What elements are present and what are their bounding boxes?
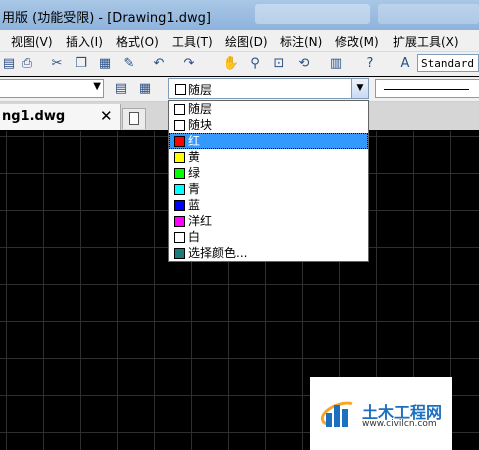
title-bar-blur [378, 4, 479, 24]
text-style-icon[interactable]: A [396, 55, 414, 73]
menu-format[interactable]: 格式(O) [116, 33, 159, 50]
layer-state-icon[interactable]: ▦ [136, 80, 154, 98]
menu-bar: 视图(V) 插入(I) 格式(O) 工具(T) 绘图(D) 标注(N) 修改(M… [0, 30, 479, 52]
zoom-window-icon[interactable]: ⊡ [270, 55, 288, 73]
close-icon[interactable]: ✕ [100, 107, 113, 125]
text-style-combo[interactable]: Standard [417, 54, 479, 72]
window-title: 用版 (功能受限) - [Drawing1.dwg] [2, 11, 211, 26]
color-dropdown-list: 随层随块红黄绿青蓝洋红白选择颜色... [168, 100, 369, 262]
chevron-down-icon: ▼ [93, 81, 101, 92]
paste-icon[interactable]: ▦ [96, 55, 114, 73]
color-option-label: 白 [188, 230, 201, 244]
color-option[interactable]: 随块 [169, 117, 368, 133]
linetype-combo[interactable] [375, 79, 479, 98]
color-swatch [174, 168, 185, 179]
undo-icon[interactable]: ↶ [150, 55, 168, 73]
cut-icon[interactable]: ✂ [48, 55, 66, 73]
menu-insert[interactable]: 插入(I) [66, 33, 103, 50]
zoom-realtime-icon[interactable]: ⚲ [246, 55, 264, 73]
color-option-label: 随层 [188, 102, 213, 116]
color-swatch [174, 136, 185, 147]
color-option[interactable]: 蓝 [169, 197, 368, 213]
match-properties-icon[interactable]: ✎ [120, 55, 138, 73]
color-option[interactable]: 随层 [169, 101, 368, 117]
new-document-icon [129, 112, 139, 125]
redo-icon[interactable]: ↷ [180, 55, 198, 73]
new-tab-button[interactable] [122, 108, 146, 129]
color-swatch [174, 184, 185, 195]
color-swatch [174, 216, 185, 227]
color-option[interactable]: 洋红 [169, 213, 368, 229]
color-option-label: 红 [188, 134, 201, 148]
color-swatch [174, 104, 185, 115]
save-icon[interactable]: ▤ [0, 55, 18, 73]
color-option-label: 选择颜色... [188, 246, 248, 260]
calculator-icon[interactable]: ▥ [327, 55, 345, 73]
title-bar-blur [255, 4, 370, 24]
color-option[interactable]: 黄 [169, 149, 368, 165]
color-option-label: 绿 [188, 166, 201, 180]
help-icon[interactable]: ? [361, 55, 379, 73]
linetype-sample [384, 89, 469, 90]
menu-draw[interactable]: 绘图(D) [225, 33, 268, 50]
color-option-label: 洋红 [188, 214, 213, 228]
menu-modify[interactable]: 修改(M) [335, 33, 379, 50]
color-swatch [175, 84, 186, 95]
color-combo-value: 随层 [188, 83, 213, 97]
menu-dimension[interactable]: 标注(N) [280, 33, 322, 50]
color-swatch [174, 200, 185, 211]
color-swatch [174, 152, 185, 163]
color-option[interactable]: 白 [169, 229, 368, 245]
color-option-label: 随块 [188, 118, 213, 132]
menu-tools[interactable]: 工具(T) [172, 33, 213, 50]
menu-extended-tools[interactable]: 扩展工具(X) [393, 33, 459, 50]
color-option-label: 黄 [188, 150, 201, 164]
tab-drawing1[interactable]: ng1.dwg ✕ [0, 104, 121, 130]
site-logo-icon [317, 396, 363, 432]
color-option[interactable]: 青 [169, 181, 368, 197]
watermark-url: www.civilcn.com [362, 419, 437, 429]
menu-view[interactable]: 视图(V) [11, 33, 53, 50]
layer-previous-icon[interactable]: ▤ [112, 80, 130, 98]
layer-combo[interactable]: ▼ [0, 79, 104, 98]
copy-icon[interactable]: ❐ [72, 55, 90, 73]
color-option[interactable]: 绿 [169, 165, 368, 181]
color-option[interactable]: 红 [169, 133, 368, 149]
pan-icon[interactable]: ✋ [222, 55, 240, 73]
color-option-label: 蓝 [188, 198, 201, 212]
tab-label: ng1.dwg [2, 109, 66, 124]
watermark: 土木工程网 www.civilcn.com [310, 377, 452, 450]
color-swatch [174, 248, 185, 259]
color-swatch [174, 120, 185, 131]
title-bar: 用版 (功能受限) - [Drawing1.dwg] [0, 0, 479, 30]
color-combo[interactable]: 随层 ▼ [168, 78, 369, 99]
standard-toolbar: ▤ ⎙ ✂ ❐ ▦ ✎ ↶ ↷ ✋ ⚲ ⊡ ⟲ ▥ ? A [0, 52, 479, 76]
zoom-previous-icon[interactable]: ⟲ [295, 55, 313, 73]
color-swatch [174, 232, 185, 243]
color-option-label: 青 [188, 182, 201, 196]
print-icon[interactable]: ⎙ [18, 55, 36, 73]
color-option[interactable]: 选择颜色... [169, 245, 368, 261]
chevron-down-icon[interactable]: ▼ [351, 79, 368, 98]
